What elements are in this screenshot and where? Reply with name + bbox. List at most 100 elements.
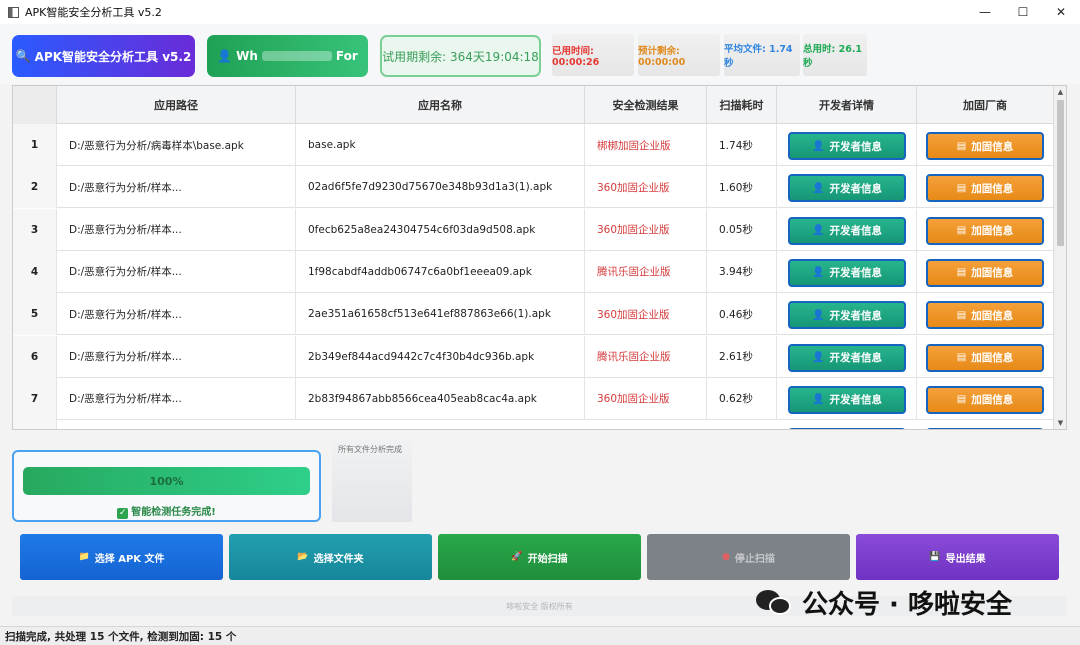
export-label: 导出结果 <box>945 553 986 565</box>
cell-result: 360加固企业版 <box>585 166 707 209</box>
task-status-label: 智能检测任务完成! <box>131 507 216 518</box>
harden-info-button[interactable]: ▤ 加固信息 <box>926 301 1044 330</box>
developer-icon: 👤 <box>812 352 825 363</box>
harden-info-button[interactable]: ▤ 加固信息 <box>926 343 1044 372</box>
cell-name: 2b83f94867abb8566cea405eab8cac4a.apk <box>296 377 585 420</box>
developer-icon: 👤 <box>812 225 825 237</box>
export-button[interactable]: 💾 导出结果 <box>856 534 1059 580</box>
title-bar: APK智能安全分析工具 v5.2 — ☐ ✕ <box>0 0 1080 24</box>
header-result[interactable]: 安全检测结果 <box>585 86 707 124</box>
redacted-name <box>261 51 332 61</box>
header-developer[interactable]: 开发者详情 <box>777 86 917 124</box>
progress-panel: 100% ✓ 智能检测任务完成! <box>12 450 321 522</box>
table-row[interactable]: 7 D:/恶意行为分析/样本... 2b83f94867abb8566cea405e… <box>13 377 1054 420</box>
cell-path: D:/恶意行为分析/样本... <box>57 377 296 420</box>
harden-info-button[interactable] <box>926 428 1044 429</box>
table-row[interactable]: 5 D:/恶意行为分析/样本... 2ae351a61658cf513e641ef8… <box>13 293 1054 336</box>
minimize-button[interactable]: — <box>966 0 1004 24</box>
watermark: 公众号 · 哆啦安全 <box>754 584 1054 620</box>
header-time[interactable]: 扫描耗时 <box>707 86 777 124</box>
developer-info-label: 开发者信息 <box>829 267 882 280</box>
cell-index: 1 <box>13 124 57 166</box>
cell-index <box>13 420 57 429</box>
cell-index: 6 <box>13 335 57 378</box>
table-row[interactable]: 6 D:/恶意行为分析/样本... 2b349ef844acd9442c7c4f30… <box>13 335 1054 378</box>
rocket-icon: 🚀 <box>511 552 523 562</box>
harden-info-button[interactable]: ▤ 加固信息 <box>926 216 1044 245</box>
developer-info-button[interactable]: 👤 开发者信息 <box>788 132 906 160</box>
log-message: 所有文件分析完成 <box>338 445 402 454</box>
cell-name: 2b349ef844acd9442c7c4f30b4dc936b.apk <box>296 335 585 378</box>
cell-time: 2.61秒 <box>707 335 777 378</box>
table-row-partial[interactable] <box>13 420 1054 429</box>
cell-time: 1.74秒 <box>707 124 777 166</box>
user-badge-suffix: For <box>335 49 358 63</box>
search-icon: 🔍 <box>15 49 31 63</box>
elapsed-time: 已用时间: 00:00:26 <box>552 34 634 76</box>
window-controls: — ☐ ✕ <box>966 0 1080 24</box>
developer-info-button[interactable]: 👤 开发者信息 <box>788 385 906 414</box>
developer-info-button[interactable]: 👤 开发者信息 <box>788 216 906 245</box>
developer-info-button[interactable] <box>788 428 906 429</box>
progress-label: 100% <box>149 474 184 488</box>
cell-index: 4 <box>13 250 57 293</box>
harden-info-label: 加固信息 <box>971 394 1014 407</box>
status-bar: 扫描完成, 共处理 15 个文件, 检测到加固: 15 个 <box>0 626 1080 645</box>
harden-info-button[interactable]: ▤ 加固信息 <box>926 258 1044 287</box>
cell-result: 腾讯乐固企业版 <box>585 250 707 293</box>
cell-name: 1f98cabdf4addb06747c6a0bf1eeea09.apk <box>296 250 585 293</box>
shield-card-icon: ▤ <box>956 140 967 152</box>
estimated-remaining: 预计剩余: 00:00:00 <box>638 34 720 76</box>
cell-path: D:/恶意行为分析/样本... <box>57 208 296 251</box>
shield-card-icon: ▤ <box>956 182 967 194</box>
start-scan-button[interactable]: 🚀 开始扫描 <box>438 534 641 580</box>
log-panel: 所有文件分析完成 <box>332 438 412 522</box>
scroll-down-icon[interactable]: ▼ <box>1054 417 1066 429</box>
header-bar: 🔍 APK智能安全分析工具 v5.2 👤 Wh For 试用期剩余: 364天1… <box>0 24 1080 84</box>
maximize-button[interactable]: ☐ <box>1004 0 1042 24</box>
developer-info-button[interactable]: 👤 开发者信息 <box>788 301 906 330</box>
select-apk-button[interactable]: 📁 选择 APK 文件 <box>20 534 223 580</box>
app-window-icon <box>8 6 19 18</box>
table-row[interactable]: 3 D:/恶意行为分析/样本... 0fecb625a8ea24304754c6f0… <box>13 208 1054 251</box>
scroll-up-icon[interactable]: ▲ <box>1054 86 1066 98</box>
developer-info-button[interactable]: 👤 开发者信息 <box>788 343 906 372</box>
developer-info-label: 开发者信息 <box>829 182 882 195</box>
developer-icon: 👤 <box>812 140 825 152</box>
table-row[interactable]: 2 D:/恶意行为分析/样本... 02ad6f5fe7d9230d75670e34… <box>13 166 1054 209</box>
cell-index: 7 <box>13 377 57 420</box>
developer-info-button[interactable]: 👤 开发者信息 <box>788 174 906 203</box>
harden-info-button[interactable]: ▤ 加固信息 <box>926 385 1044 414</box>
developer-info-label: 开发者信息 <box>829 352 882 364</box>
table-row[interactable]: 1 D:/恶意行为分析/病毒样本\base.apk base.apk 梆梆加固企业版 1… <box>13 124 1054 166</box>
cell-result: 360加固企业版 <box>585 293 707 336</box>
stop-scan-button[interactable]: ● 停止扫描 <box>647 534 850 580</box>
cell-path: D:/恶意行为分析/样本... <box>57 335 296 378</box>
cell-index: 3 <box>13 208 57 251</box>
scrollbar-thumb[interactable] <box>1057 100 1064 246</box>
results-table: 应用路径 应用名称 安全检测结果 扫描耗时 开发者详情 加固厂商 1 D:/恶意行… <box>12 85 1067 430</box>
window-title: APK智能安全分析工具 v5.2 <box>25 6 162 19</box>
developer-info-button[interactable]: 👤 开发者信息 <box>788 258 906 287</box>
close-button[interactable]: ✕ <box>1042 0 1080 24</box>
table-scrollbar[interactable]: ▲ ▼ <box>1053 86 1066 429</box>
harden-info-button[interactable]: ▤ 加固信息 <box>926 174 1044 203</box>
developer-icon: 👤 <box>812 267 825 279</box>
watermark-text: 公众号 · 哆啦安全 <box>802 589 1012 620</box>
table-row[interactable]: 4 D:/恶意行为分析/样本... 1f98cabdf4addb06747c6a0b… <box>13 250 1054 293</box>
header-hardener[interactable]: 加固厂商 <box>917 86 1054 124</box>
select-folder-button[interactable]: 📂 选择文件夹 <box>229 534 432 580</box>
shield-card-icon: ▤ <box>956 394 967 406</box>
header-name[interactable]: 应用名称 <box>296 86 585 124</box>
harden-info-label: 加固信息 <box>971 140 1014 153</box>
developer-icon: 👤 <box>812 394 825 406</box>
header-path[interactable]: 应用路径 <box>57 86 296 124</box>
shield-card-icon: ▤ <box>956 225 967 237</box>
shield-card-icon: ▤ <box>956 267 967 279</box>
developer-info-label: 开发者信息 <box>829 309 882 322</box>
harden-info-button[interactable]: ▤ 加固信息 <box>926 132 1044 160</box>
cell-index: 2 <box>13 166 57 209</box>
user-icon: 👤 <box>217 49 233 63</box>
cell-time: 0.62秒 <box>707 377 777 420</box>
stop-scan-label: 停止扫描 <box>734 553 775 565</box>
